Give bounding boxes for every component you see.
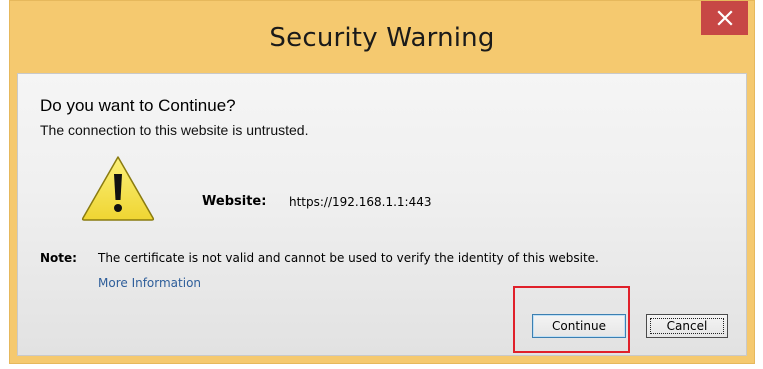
continue-highlight-box [513,286,630,353]
close-button[interactable] [701,1,748,35]
note-label: Note: [40,251,77,265]
dialog-subheading: The connection to this website is untrus… [40,122,309,138]
note-text: The certificate is not valid and cannot … [98,251,599,265]
website-label: Website: [202,194,267,209]
window-title: Security Warning [269,23,495,53]
dialog-heading: Do you want to Continue? [40,96,236,115]
warning-triangle-icon [81,156,155,221]
website-url: https://192.168.1.1:443 [289,195,432,209]
more-information-link[interactable]: More Information [98,276,201,290]
dialog-content: Do you want to Continue? The connection … [17,73,747,356]
security-warning-window: Security Warning Do you want to Continue… [9,0,755,364]
focus-ring [650,318,724,334]
title-bar[interactable]: Security Warning [10,1,754,71]
close-icon [716,10,733,26]
cancel-button[interactable]: Cancel [646,314,728,338]
